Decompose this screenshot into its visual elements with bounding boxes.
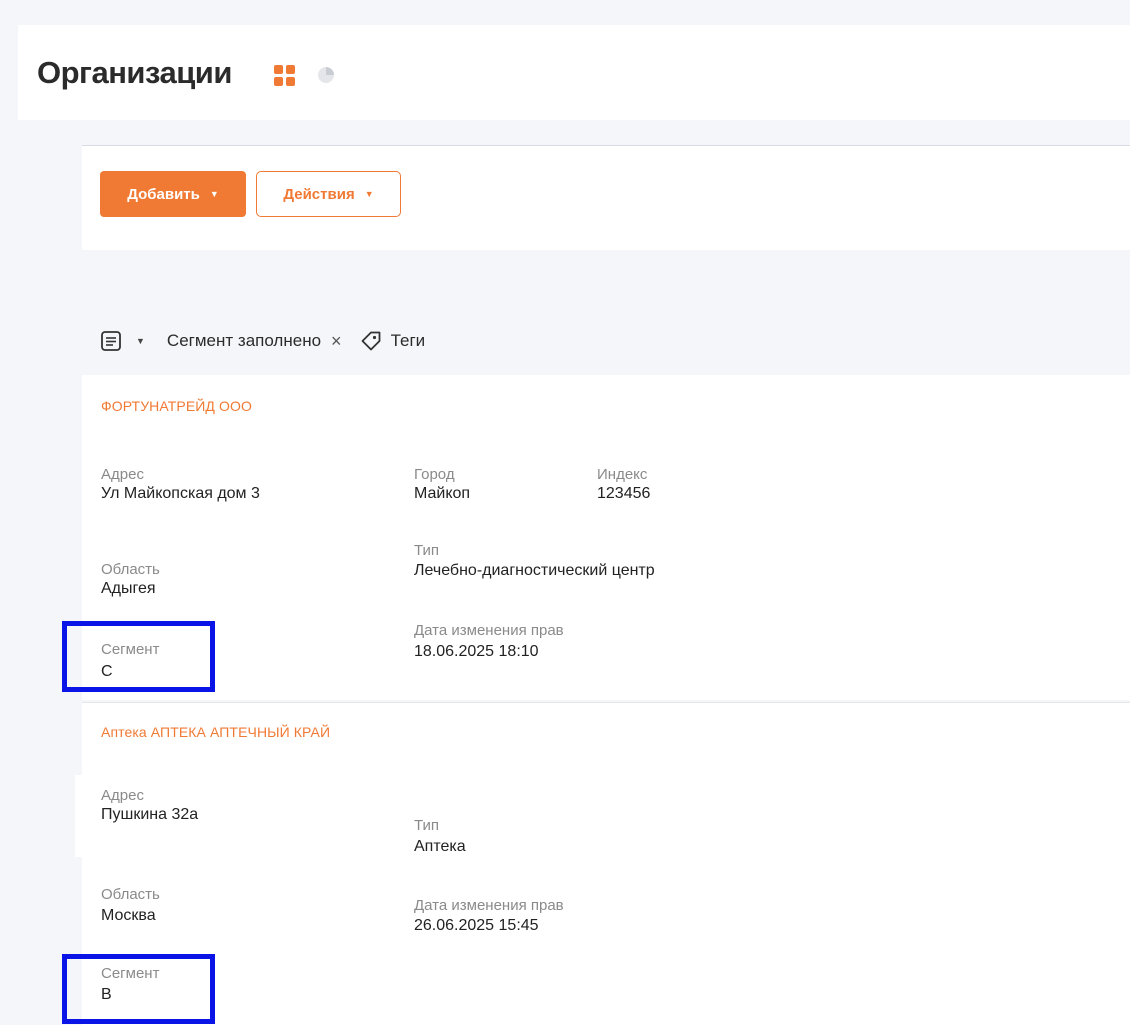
region-label: Область bbox=[101, 886, 160, 903]
address-label: Адрес bbox=[101, 466, 144, 483]
region-value: Адыгея bbox=[101, 580, 156, 597]
tag-icon[interactable] bbox=[360, 330, 382, 352]
city-value: Майкоп bbox=[414, 485, 471, 502]
chevron-down-icon: ▼ bbox=[364, 188, 374, 199]
type-label: Тип bbox=[414, 817, 440, 834]
rights-date-value: 26.06.2025 15:45 bbox=[414, 917, 539, 934]
actions-button-label: Действия bbox=[283, 185, 355, 203]
type-value: Лечебно-диагностический центр bbox=[414, 562, 655, 579]
organization-name-link[interactable]: Аптека АПТЕКА АПТЕЧНЫЙ КРАЙ bbox=[101, 724, 330, 740]
actions-button[interactable]: Действия ▼ bbox=[256, 171, 401, 217]
organization-name-link[interactable]: ФОРТУНАТРЕЙД ООО bbox=[101, 398, 252, 414]
grid-view-icon[interactable] bbox=[274, 65, 295, 86]
add-button[interactable]: Добавить ▼ bbox=[100, 171, 246, 217]
pie-chart-icon[interactable] bbox=[317, 66, 335, 84]
segment-highlight-box bbox=[62, 954, 215, 1024]
rights-date-label: Дата изменения прав bbox=[414, 897, 564, 914]
segment-highlight-box bbox=[62, 621, 215, 692]
type-label: Тип bbox=[414, 542, 440, 559]
region-label: Область bbox=[101, 561, 160, 578]
region-value: Москва bbox=[101, 907, 156, 924]
tags-filter[interactable]: Теги bbox=[391, 331, 426, 351]
index-value: 123456 bbox=[597, 485, 651, 502]
address-label: Адрес bbox=[101, 787, 144, 804]
page-title: Организации bbox=[37, 55, 232, 90]
card-divider-strip bbox=[75, 775, 83, 857]
add-button-label: Добавить bbox=[127, 185, 200, 203]
rights-date-value: 18.06.2025 18:10 bbox=[414, 643, 539, 660]
type-value: Аптека bbox=[414, 838, 466, 855]
close-icon[interactable]: × bbox=[331, 331, 342, 352]
city-label: Город bbox=[414, 466, 455, 483]
organization-card bbox=[82, 375, 1130, 700]
chevron-down-icon[interactable]: ▼ bbox=[136, 336, 145, 346]
chevron-down-icon: ▼ bbox=[209, 188, 219, 199]
address-value: Ул Майкопская дом 3 bbox=[101, 485, 260, 502]
list-view-icon[interactable] bbox=[100, 330, 122, 352]
address-value: Пушкина 32а bbox=[101, 806, 199, 823]
filter-bar: ▼ Сегмент заполнено × Теги bbox=[100, 326, 425, 356]
rights-date-label: Дата изменения прав bbox=[414, 622, 564, 639]
index-label: Индекс bbox=[597, 466, 648, 483]
organization-card bbox=[82, 702, 1130, 1025]
segment-filter-chip[interactable]: Сегмент заполнено bbox=[167, 331, 321, 351]
